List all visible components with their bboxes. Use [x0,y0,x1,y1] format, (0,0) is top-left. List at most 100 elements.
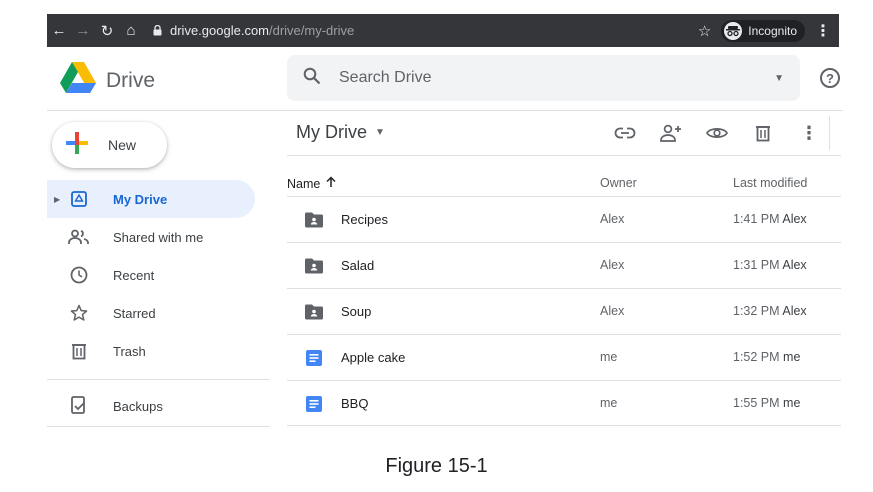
drive-logo-icon [60,62,96,99]
sidebar-item-label: Shared with me [113,229,204,245]
sidebar-item-shared[interactable]: Shared with me [47,218,255,256]
sidebar-item-label: Backups [113,398,163,414]
sidebar-item-label: My Drive [113,191,168,207]
app-name: Drive [106,68,156,92]
add-person-icon[interactable] [648,118,694,148]
file-last-modified: 1:41 PM Alex [733,212,807,226]
file-owner: me [600,350,618,364]
lock-icon [153,25,162,36]
browser-toolbar: ← → ↻ ⌂ drive.google.com/drive/my-drive … [47,14,839,47]
trash-icon [68,340,90,362]
file-name: Apple cake [341,350,406,365]
sidebar-divider [47,426,270,427]
file-last-modified: 1:32 PM Alex [733,304,807,318]
breadcrumb[interactable]: My Drive ▼ [296,122,385,143]
sidebar-item-starred[interactable]: Starred [47,294,255,332]
shared-icon [68,226,90,248]
page-title: My Drive [296,122,367,142]
preview-eye-icon[interactable] [694,118,740,148]
modified-by: me [783,350,801,364]
table-row[interactable]: Apple cake me 1:52 PM me [287,334,841,380]
more-options-icon[interactable]: ⋮ [786,118,832,148]
sidebar-item-label: Starred [113,305,156,321]
incognito-label: Incognito [748,23,797,38]
star-icon [68,302,90,324]
modified-by: Alex [782,258,807,272]
my-drive-icon [68,188,90,210]
sidebar-item-backups[interactable]: Backups [47,387,255,425]
search-input[interactable]: Search Drive [339,69,431,87]
modified-by: Alex [782,304,807,318]
forward-arrow-icon[interactable]: → [71,22,95,39]
file-name: Soup [341,304,372,319]
list-bottom-divider [287,425,841,426]
sidebar-divider [47,379,270,380]
modified-time: 1:31 PM [733,258,780,272]
new-button-label: New [108,137,137,153]
incognito-badge[interactable]: Incognito [721,19,805,42]
sidebar-item-recent[interactable]: Recent [47,256,255,294]
toolbar-divider [829,116,830,150]
file-toolbar: ⋮ [602,118,832,148]
file-name: BBQ [341,396,369,411]
sidebar-item-label: Recent [113,267,155,283]
search-bar[interactable]: Search Drive ▼ [287,55,800,101]
address-bar[interactable]: drive.google.com/drive/my-drive [153,23,354,38]
trash-icon[interactable] [740,118,786,148]
chevron-down-icon: ▼ [375,127,385,138]
url-path: /drive/my-drive [269,23,355,38]
file-owner: Alex [600,212,625,226]
file-name: Recipes [341,212,388,227]
table-row[interactable]: Salad Alex 1:31 PM Alex [287,242,841,288]
search-options-icon[interactable]: ▼ [774,73,784,84]
column-header-owner[interactable]: Owner [600,176,637,190]
table-row[interactable]: BBQ me 1:55 PM me [287,380,841,426]
help-icon[interactable]: ? [820,68,840,88]
modified-time: 1:55 PM [733,396,780,410]
file-last-modified: 1:55 PM me [733,396,800,410]
file-last-modified: 1:52 PM me [733,350,800,364]
column-header-last-modified[interactable]: Last modified [733,176,807,190]
file-owner: me [600,396,618,410]
shared-folder-icon [305,212,323,228]
modified-by: me [783,396,801,410]
shared-folder-icon [305,304,323,320]
sidebar-item-label: Trash [113,343,146,359]
sort-arrow-up-icon[interactable] [326,176,336,191]
incognito-icon [724,21,743,40]
home-icon[interactable]: ⌂ [119,22,143,39]
column-header-label: Name [287,176,321,191]
google-doc-icon [306,350,324,366]
column-header-name[interactable]: Name [287,176,336,191]
browser-menu-icon[interactable]: ⋮ [815,21,831,41]
shared-folder-icon [305,258,323,274]
new-button[interactable]: New [52,122,167,168]
table-row[interactable]: Soup Alex 1:32 PM Alex [287,288,841,334]
sidebar-item-my-drive[interactable]: ▶ My Drive [47,180,255,218]
file-owner: Alex [600,304,625,318]
back-arrow-icon[interactable]: ← [47,22,71,39]
file-last-modified: 1:31 PM Alex [733,258,807,272]
clock-icon [68,264,90,286]
link-icon[interactable] [602,118,648,148]
search-icon[interactable] [303,67,321,90]
modified-time: 1:32 PM [733,304,780,318]
file-owner: Alex [600,258,625,272]
sidebar-item-trash[interactable]: Trash [47,332,255,370]
header-divider [47,110,843,111]
header-divider [287,155,841,156]
modified-time: 1:41 PM [733,212,780,226]
modified-by: Alex [782,212,807,226]
expand-arrow-icon[interactable]: ▶ [54,195,60,204]
table-row[interactable]: Recipes Alex 1:41 PM Alex [287,196,841,242]
url-host: drive.google.com [170,23,269,38]
figure-caption: Figure 15-1 [385,455,488,477]
backups-icon [68,395,90,417]
drive-logo[interactable]: Drive [60,62,155,99]
bookmark-star-icon[interactable]: ☆ [698,22,711,40]
modified-time: 1:52 PM [733,350,780,364]
reload-icon[interactable]: ↻ [95,22,119,40]
plus-icon [66,131,88,159]
file-name: Salad [341,258,375,273]
google-doc-icon [306,396,324,412]
